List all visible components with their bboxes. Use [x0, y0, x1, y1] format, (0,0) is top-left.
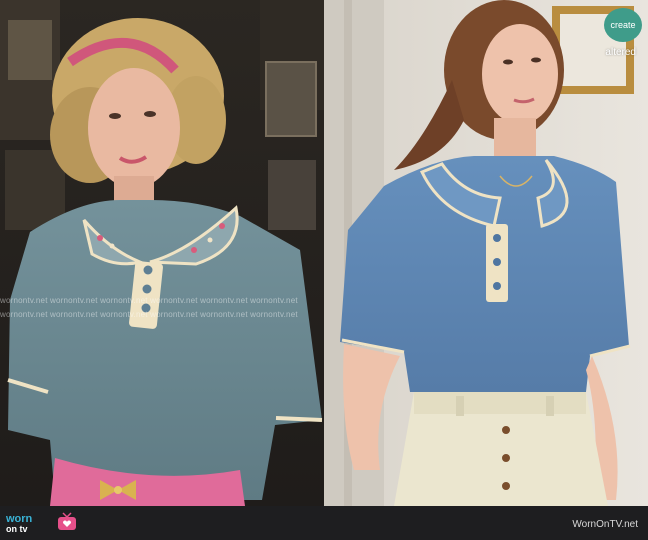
- brand-top: worn: [6, 513, 33, 525]
- brand-bottom: on tv: [6, 524, 28, 534]
- watermark-text: wornontv.net wornontv.net wornontv.net w…: [0, 310, 298, 319]
- brand-logo[interactable]: worn on tv: [6, 513, 33, 535]
- right-photo: create altered: [324, 0, 648, 506]
- footer-bar: worn on tv WornOnTV.net: [0, 506, 648, 540]
- site-credit[interactable]: WornOnTV.net: [572, 519, 638, 530]
- altered-label: altered: [605, 47, 636, 58]
- photo-collage: wornontv.net wornontv.net wornontv.net w…: [0, 0, 648, 540]
- create-logo-badge: create: [604, 8, 642, 42]
- tv-heart-icon: [58, 512, 76, 530]
- left-photo-illustration: [0, 0, 324, 506]
- watermark-text: wornontv.net wornontv.net wornontv.net w…: [0, 296, 298, 305]
- left-photo: wornontv.net wornontv.net wornontv.net w…: [0, 0, 324, 506]
- right-photo-illustration: [324, 0, 648, 506]
